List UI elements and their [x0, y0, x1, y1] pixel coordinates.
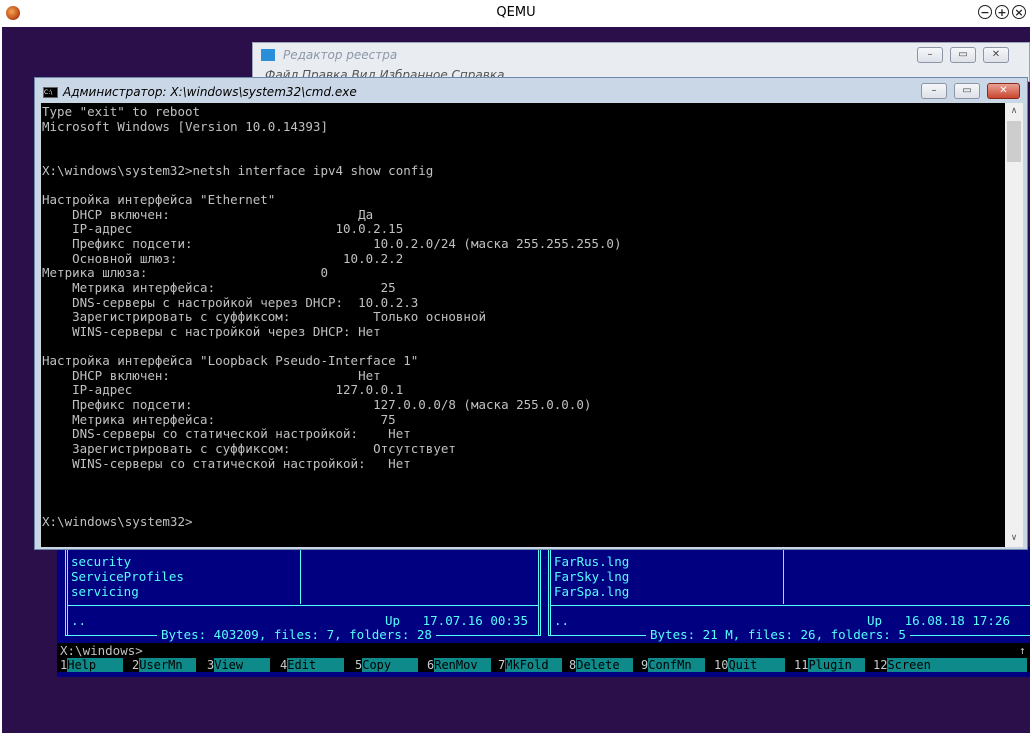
- list-item[interactable]: servicing: [71, 584, 139, 599]
- fkey-delete[interactable]: 8Delete: [569, 658, 634, 672]
- console-line: DHCP включен: Нет: [42, 367, 381, 383]
- fkey-edit[interactable]: 4Edit: [280, 658, 345, 672]
- console-line: DNS-серверы с настройкой через DHCP: 10.…: [42, 294, 419, 310]
- left-panel-border-right: [538, 547, 539, 635]
- regedit-maximize-button[interactable]: ▭: [950, 47, 976, 63]
- right-panel-info: Up 16.08.18 17:26: [867, 613, 1010, 628]
- console-line: Метрика интерфейса: 75: [42, 411, 396, 427]
- fkey-renmov[interactable]: 6RenMov: [427, 658, 492, 672]
- console-line: X:\windows\system32>netsh interface ipv4…: [42, 162, 434, 178]
- console-line: Настройка интерфейса "Loopback Pseudo-In…: [42, 353, 419, 369]
- right-panel-selected-item[interactable]: ..: [554, 613, 569, 628]
- cmd-titlebar[interactable]: C:\ Администратор: X:\windows\system32\c…: [35, 78, 1027, 102]
- registry-editor-icon: [261, 49, 275, 61]
- console-line: Префикс подсети: 10.0.2.0/24 (маска 255.…: [42, 235, 622, 251]
- cmd-window[interactable]: C:\ Администратор: X:\windows\system32\c…: [34, 77, 1028, 550]
- registry-editor-title: Редактор реестра: [283, 48, 398, 62]
- qemu-maximize-button[interactable]: +: [995, 5, 1009, 19]
- fkey-quit[interactable]: 10Quit: [714, 658, 786, 672]
- console-line: IP-адрес 127.0.0.1: [42, 382, 404, 398]
- list-item[interactable]: FarSky.lng: [554, 569, 629, 584]
- cmd-icon: C:\: [43, 87, 58, 98]
- far-manager: security ServiceProfiles servicing .. Up…: [57, 547, 1030, 677]
- qemu-titlebar: QEMU − + ×: [0, 0, 1032, 27]
- left-panel-info-separator: [67, 605, 539, 606]
- console-line: IP-адрес 10.0.2.15: [42, 221, 404, 237]
- left-panel-column-divider: [300, 547, 301, 604]
- list-item[interactable]: FarRus.lng: [554, 554, 629, 569]
- left-panel-border-right-inner: [540, 547, 541, 635]
- console-line: DHCP включен: Да: [42, 206, 374, 222]
- console-line: Метрика интерфейса: 25: [42, 279, 396, 295]
- list-item[interactable]: security: [71, 554, 131, 569]
- console-line: Метрика шлюза: 0: [42, 265, 328, 281]
- fkey-view[interactable]: 3View: [207, 658, 271, 672]
- left-panel-border-left: [65, 547, 66, 635]
- far-scroll-up-icon: ↑: [1019, 644, 1026, 657]
- far-command-line[interactable]: X:\windows> ↑: [57, 643, 1030, 658]
- console-line: Настройка интерфейса "Ethernet": [42, 191, 276, 207]
- scroll-thumb[interactable]: [1007, 121, 1021, 162]
- list-item[interactable]: FarSpa.lng: [554, 584, 629, 599]
- console-line: WINS-серверы с настройкой через DHCP: Не…: [42, 323, 381, 339]
- right-panel-column-divider: [783, 547, 784, 604]
- console-line: Зарегистрировать с суффиксом: Только осн…: [42, 309, 487, 325]
- fkey-plugin[interactable]: 11Plugin: [794, 658, 866, 672]
- right-panel-border-left-inner: [550, 547, 551, 635]
- left-panel-selected-item[interactable]: ..: [71, 613, 86, 628]
- fkey-usermn[interactable]: 2UserMn: [132, 658, 197, 672]
- fkey-mkfold[interactable]: 7MkFold: [498, 658, 563, 672]
- cmd-window-title: Администратор: X:\windows\system32\cmd.e…: [63, 85, 357, 99]
- right-panel-border-left: [548, 547, 549, 635]
- console-line: Type "exit" to reboot: [42, 104, 201, 119]
- fkey-help[interactable]: 1Help: [60, 658, 124, 672]
- fkey-confmn[interactable]: 9ConfMn: [641, 658, 706, 672]
- fkey-copy[interactable]: 5Copy: [355, 658, 419, 672]
- fkey-screen[interactable]: 12Screen: [873, 658, 1028, 672]
- cmd-minimize-button[interactable]: –: [921, 83, 947, 99]
- regedit-minimize-button[interactable]: –: [917, 47, 943, 63]
- console-line: Основной шлюз: 10.0.2.2: [42, 250, 404, 266]
- left-panel-summary: Bytes: 403209, files: 7, folders: 28: [157, 627, 436, 642]
- qemu-close-button[interactable]: ×: [1012, 5, 1026, 19]
- console-line: Microsoft Windows [Version 10.0.14393]: [42, 118, 328, 134]
- far-keybar: 1Help 2UserMn 3View 4Edit 5Copy 6RenMov …: [57, 658, 1030, 672]
- cmd-console-area[interactable]: Type "exit" to reboot Microsoft Windows […: [41, 103, 1005, 547]
- cmd-vertical-scrollbar[interactable]: ∧ ∨: [1005, 103, 1023, 547]
- left-panel-info: Up 17.07.16 00:35: [385, 613, 528, 628]
- left-panel-border-left-inner: [67, 547, 68, 635]
- qemu-window-title: QEMU: [496, 5, 536, 20]
- far-prompt-text: X:\windows>: [60, 643, 143, 658]
- regedit-close-button[interactable]: ✕: [983, 47, 1009, 63]
- console-line: Префикс подсети: 127.0.0.0/8 (маска 255.…: [42, 397, 592, 413]
- console-line: WINS-серверы со статической настройкой: …: [42, 455, 411, 471]
- cmd-maximize-button[interactable]: ▭: [954, 83, 980, 99]
- right-panel-info-separator: [550, 605, 1030, 606]
- registry-editor-window[interactable]: Редактор реестра Файл Правка Вид Избранн…: [252, 42, 1030, 82]
- list-item[interactable]: ServiceProfiles: [71, 569, 184, 584]
- cmd-close-button[interactable]: ✕: [987, 83, 1020, 99]
- right-panel-summary: Bytes: 21 M, files: 26, folders: 5: [646, 627, 910, 642]
- qemu-minimize-button[interactable]: −: [978, 5, 992, 19]
- cmd-console-output: Type "exit" to reboot Microsoft Windows […: [42, 104, 622, 530]
- console-line: Зарегистрировать с суффиксом: Отсутствуе…: [42, 441, 456, 457]
- console-line: DNS-серверы со статической настройкой: Н…: [42, 426, 411, 442]
- scroll-down-arrow-icon[interactable]: ∨: [1005, 530, 1023, 547]
- scroll-up-arrow-icon[interactable]: ∧: [1005, 103, 1023, 120]
- console-line: X:\windows\system32>: [42, 514, 193, 530]
